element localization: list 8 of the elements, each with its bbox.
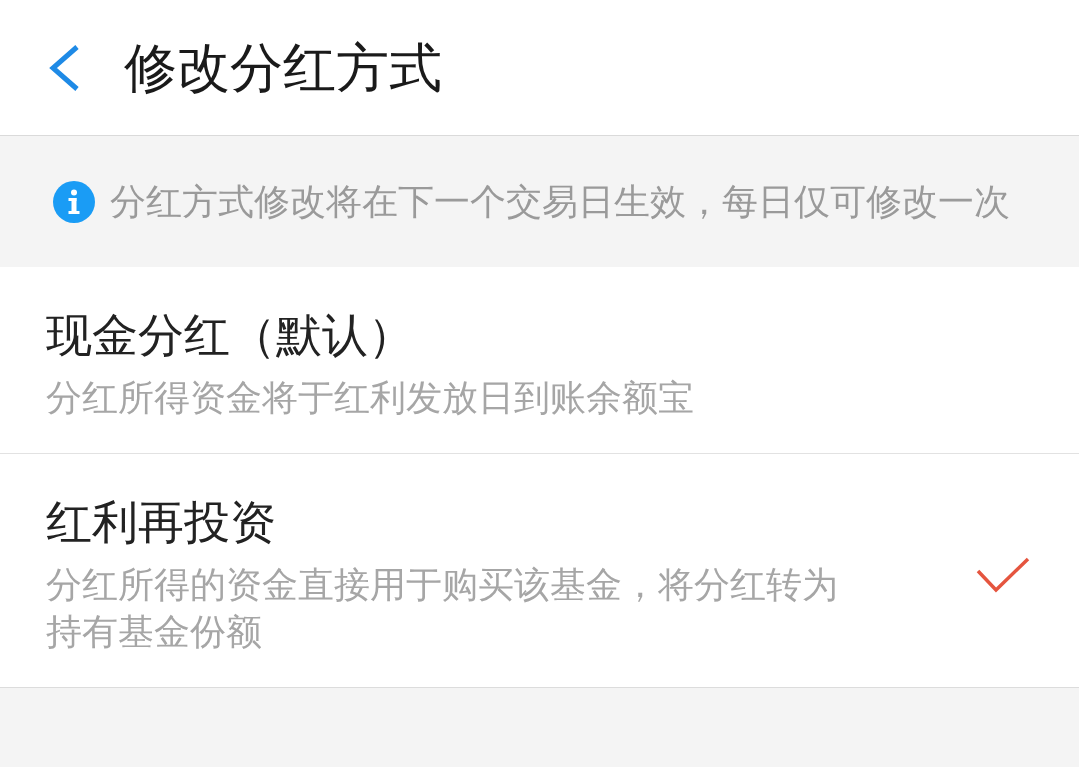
info-icon bbox=[53, 180, 95, 223]
back-chevron-icon bbox=[48, 43, 80, 92]
option-title: 红利再投资 bbox=[46, 494, 277, 550]
notice-text: 分红方式修改将在下一个交易日生效，每日仅可修改一次 bbox=[110, 179, 1010, 224]
option-description: 分红所得的资金直接用于购买该基金，将分红转为持有基金份额 bbox=[46, 563, 839, 654]
page-title: 修改分红方式 bbox=[124, 35, 442, 100]
option-description: 分红所得资金将于红利发放日到账余额宝 bbox=[46, 376, 695, 420]
option-title: 现金分红（默认） bbox=[46, 307, 415, 363]
